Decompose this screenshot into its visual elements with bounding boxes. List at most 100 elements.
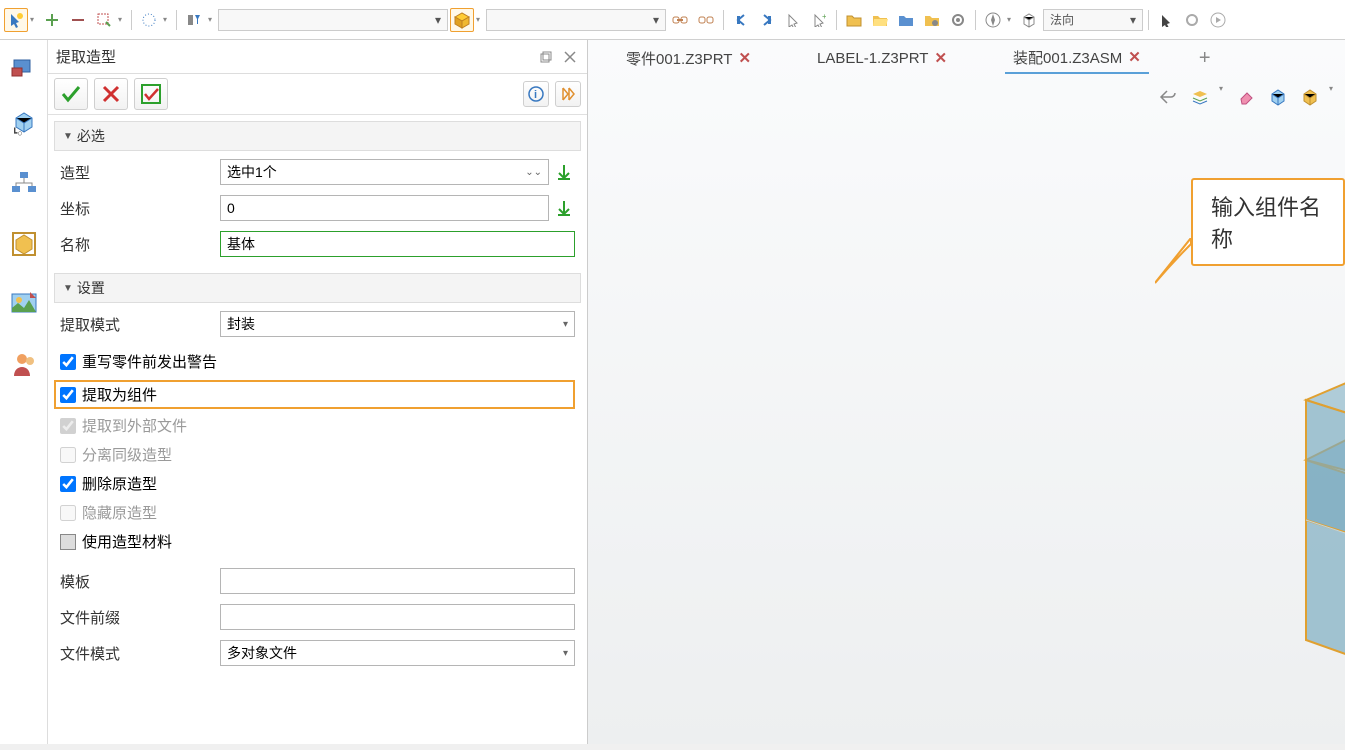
pointer-icon[interactable]: [1154, 8, 1178, 32]
image-icon[interactable]: [8, 288, 40, 320]
chevron-down-icon: ▾: [563, 648, 568, 659]
shape-label: 造型: [60, 162, 220, 183]
folder-gear-icon[interactable]: [920, 8, 944, 32]
toolbar-combo[interactable]: ▾: [486, 9, 666, 31]
close-tab-icon[interactable]: ✕: [738, 49, 751, 67]
name-input[interactable]: [220, 231, 575, 257]
dropdown-caret-icon[interactable]: ▾: [163, 15, 171, 24]
dropdown-caret-icon[interactable]: ▾: [1329, 84, 1337, 110]
chevron-down-icon: ▾: [563, 319, 568, 330]
add-tab-icon[interactable]: +: [1199, 47, 1211, 70]
tab-label1[interactable]: LABEL-1.Z3PRT✕: [809, 45, 955, 71]
user-icon[interactable]: [8, 348, 40, 380]
callout: 输入组件名称: [1191, 178, 1345, 266]
checkbox[interactable]: [60, 387, 76, 403]
close-panel-icon[interactable]: [561, 48, 579, 66]
apply-button[interactable]: [134, 78, 168, 110]
section-settings[interactable]: ▼设置: [54, 273, 581, 303]
callout-box: 输入组件名称: [1191, 178, 1345, 266]
eraser-icon[interactable]: [1233, 84, 1259, 110]
layers-icon[interactable]: [1187, 84, 1213, 110]
collapse-icon: ▼: [63, 283, 73, 294]
template-input[interactable]: [220, 568, 575, 594]
shape-combo[interactable]: 选中1个⌄⌄: [220, 159, 549, 185]
folder-icon[interactable]: [842, 8, 866, 32]
select-region-icon[interactable]: [92, 8, 116, 32]
filemode-value: 多对象文件: [227, 643, 297, 663]
link-icon[interactable]: [668, 8, 692, 32]
close-tab-icon[interactable]: ✕: [1128, 48, 1141, 66]
assembly-icon[interactable]: ┗○: [8, 108, 40, 140]
restore-icon[interactable]: [537, 48, 555, 66]
filemode-combo[interactable]: 多对象文件 ▾: [220, 640, 575, 666]
checkbox: [60, 505, 76, 521]
viewport[interactable]: 零件001.Z3PRT✕ LABEL-1.Z3PRT✕ 装配001.Z3ASM✕…: [588, 40, 1345, 744]
mode-combo[interactable]: 封装▾: [220, 311, 575, 337]
cancel-button[interactable]: [94, 78, 128, 110]
prefix-input[interactable]: [220, 604, 575, 630]
cube-gold-icon[interactable]: [1297, 84, 1323, 110]
compass-icon[interactable]: [981, 8, 1005, 32]
viewport-tools: ▾ ▾: [1155, 84, 1337, 110]
dropdown-caret-icon[interactable]: ▾: [30, 15, 38, 24]
collapse-icon: ▼: [63, 131, 73, 142]
filter-icon[interactable]: [182, 8, 206, 32]
check-to-external: 提取到外部文件: [60, 415, 575, 436]
cube-icon[interactable]: [1017, 8, 1041, 32]
back-icon[interactable]: [1155, 84, 1181, 110]
checkbox[interactable]: [60, 476, 76, 492]
plus-icon[interactable]: [40, 8, 64, 32]
section-required[interactable]: ▼必选: [54, 121, 581, 151]
coord-label: 坐标: [60, 198, 220, 219]
checkbox[interactable]: [60, 534, 76, 550]
arrow-left-icon[interactable]: [729, 8, 753, 32]
separator: [836, 10, 837, 30]
part-icon[interactable]: [8, 48, 40, 80]
play-icon[interactable]: [1206, 8, 1230, 32]
folder-open-icon[interactable]: [868, 8, 892, 32]
tab-part001[interactable]: 零件001.Z3PRT✕: [618, 44, 759, 73]
name-label: 名称: [60, 234, 220, 255]
check-use-material[interactable]: 使用造型材料: [60, 531, 575, 552]
dropdown-caret-icon[interactable]: ▾: [208, 15, 216, 24]
pick-icon[interactable]: [553, 197, 575, 219]
info-icon[interactable]: i: [523, 81, 549, 107]
arrow-right-icon[interactable]: [755, 8, 779, 32]
model-3d: Z: [1236, 320, 1345, 750]
tab-asm001[interactable]: 装配001.Z3ASM✕: [1005, 43, 1149, 74]
normal-dir-label: 法向: [1050, 11, 1074, 28]
check-warn[interactable]: 重写零件前发出警告: [60, 351, 575, 372]
gear-icon[interactable]: [946, 8, 970, 32]
normal-direction-combo[interactable]: 法向▾: [1043, 9, 1143, 31]
check-as-component-label: 提取为组件: [82, 384, 157, 405]
cursor-plus-icon[interactable]: +: [807, 8, 831, 32]
check-as-component[interactable]: 提取为组件: [54, 380, 575, 409]
dotted-circle-icon[interactable]: [137, 8, 161, 32]
checkbox: [60, 418, 76, 434]
checkbox[interactable]: [60, 354, 76, 370]
settings-gear-icon[interactable]: [1180, 8, 1204, 32]
pointer-tool-icon[interactable]: [4, 8, 28, 32]
toolbar-combo[interactable]: ▾: [218, 9, 448, 31]
box-icon[interactable]: [8, 228, 40, 260]
check-delete-orig[interactable]: 删除原造型: [60, 473, 575, 494]
check-hide-orig-label: 隐藏原造型: [82, 502, 157, 523]
package-icon[interactable]: [450, 8, 474, 32]
cube-view-icon[interactable]: [1265, 84, 1291, 110]
cursor-icon[interactable]: [781, 8, 805, 32]
pick-icon[interactable]: [553, 161, 575, 183]
unlink-icon[interactable]: [694, 8, 718, 32]
minus-icon[interactable]: [66, 8, 90, 32]
top-toolbar: ▾ ▾ ▾ ▾ ▾ ▾ ▾ + ▾ 法向▾: [0, 0, 1345, 40]
dropdown-caret-icon[interactable]: ▾: [118, 15, 126, 24]
dropdown-caret-icon[interactable]: ▾: [476, 15, 484, 24]
coord-input[interactable]: [220, 195, 549, 221]
dropdown-caret-icon[interactable]: ▾: [1219, 84, 1227, 110]
ok-button[interactable]: [54, 78, 88, 110]
dropdown-caret-icon[interactable]: ▾: [1007, 15, 1015, 24]
check-warn-label: 重写零件前发出警告: [82, 351, 217, 372]
close-tab-icon[interactable]: ✕: [934, 49, 947, 67]
expand-icon[interactable]: [555, 81, 581, 107]
folder-blue-icon[interactable]: [894, 8, 918, 32]
tree-icon[interactable]: [8, 168, 40, 200]
